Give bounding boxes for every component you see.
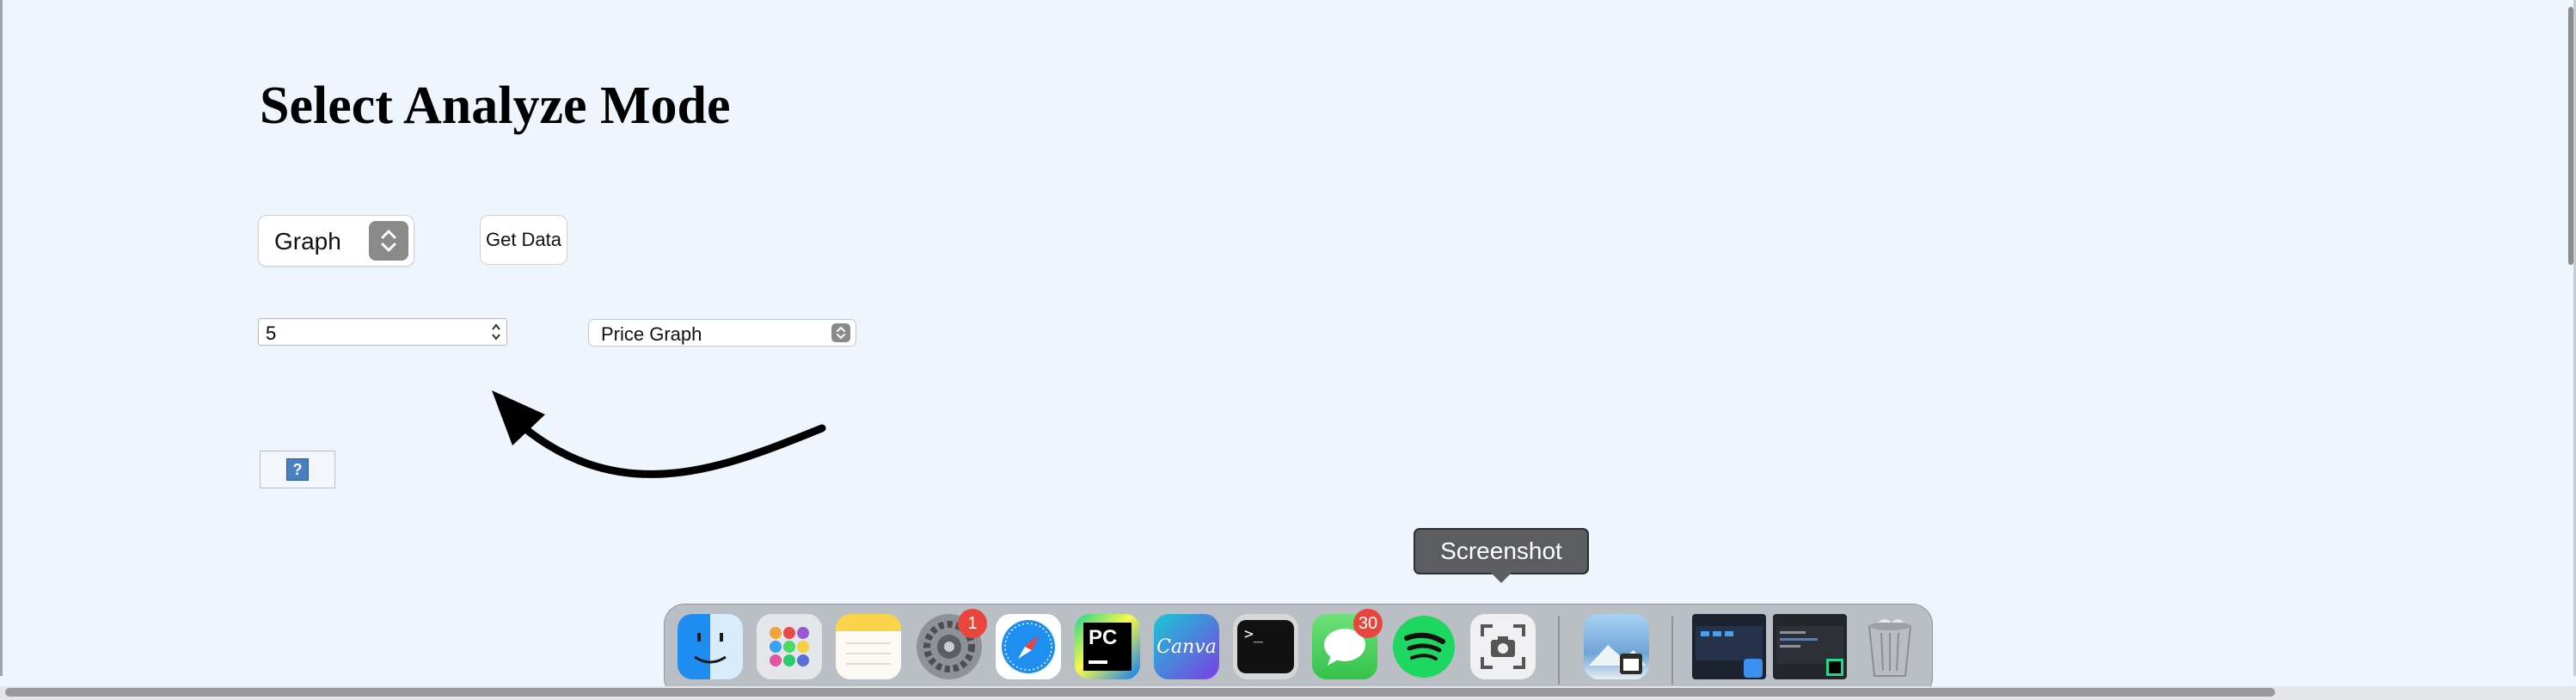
screenshot-icon[interactable] xyxy=(1470,614,1536,679)
canva-icon[interactable]: Canva xyxy=(1154,614,1219,679)
launchpad-icon[interactable] xyxy=(757,614,822,679)
terminal-icon[interactable]: >_ xyxy=(1233,614,1298,679)
trash-icon[interactable] xyxy=(1857,614,1923,679)
preview-icon[interactable] xyxy=(1584,614,1649,679)
question-icon: ? xyxy=(286,458,309,481)
pycharm-label: PC xyxy=(1089,626,1118,649)
pycharm-window-thumbnail[interactable] xyxy=(1773,614,1847,679)
number-input-value: 5 xyxy=(266,322,277,344)
mode-select[interactable]: Graph xyxy=(258,215,414,267)
dock-separator xyxy=(1671,616,1673,685)
graph-type-value: Price Graph xyxy=(601,323,702,345)
finder-icon[interactable] xyxy=(678,614,743,679)
terminal-prompt: >_ xyxy=(1244,625,1263,643)
settings-badge: 1 xyxy=(958,609,987,638)
chevron-up-down-icon[interactable] xyxy=(369,221,408,261)
help-image-placeholder[interactable]: ? xyxy=(260,451,335,488)
page-title: Select Analyze Mode xyxy=(260,77,731,135)
graph-type-select[interactable]: Price Graph xyxy=(588,319,856,347)
mode-select-value: Graph xyxy=(274,228,341,255)
spotify-icon[interactable] xyxy=(1391,614,1457,679)
horizontal-scrollbar[interactable] xyxy=(5,688,2275,697)
spinner-icon[interactable] xyxy=(489,321,503,343)
tooltip-tail xyxy=(1491,573,1512,583)
notes-icon[interactable] xyxy=(836,614,901,679)
curved-arrow-annotation xyxy=(492,390,826,478)
pycharm-icon[interactable]: PC xyxy=(1075,614,1140,679)
canva-label: Canva xyxy=(1156,636,1217,658)
number-input[interactable]: 5 xyxy=(258,318,507,346)
get-data-button[interactable]: Get Data xyxy=(480,215,567,265)
safari-icon[interactable] xyxy=(996,614,1061,679)
vertical-scrollbar[interactable] xyxy=(2568,7,2573,265)
dock-separator xyxy=(1558,616,1560,685)
finder-window-thumbnail[interactable] xyxy=(1692,614,1766,679)
messages-badge: 30 xyxy=(1353,609,1383,638)
chevron-up-down-icon[interactable] xyxy=(831,323,850,342)
dock-tooltip: Screenshot xyxy=(1414,528,1589,574)
